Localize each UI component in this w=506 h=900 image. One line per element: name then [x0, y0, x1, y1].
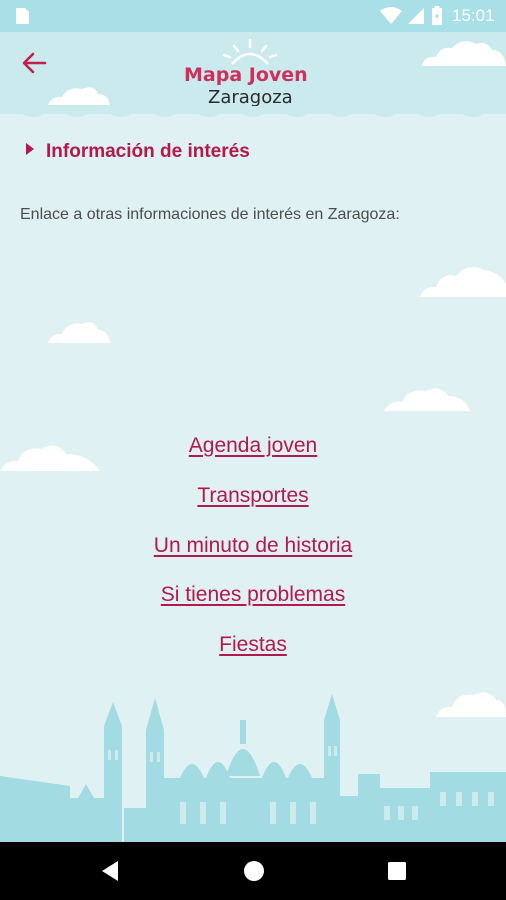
triangle-bullet-icon: [26, 143, 34, 155]
logo-title: Mapa Joven: [184, 64, 308, 86]
nav-recents-icon[interactable]: [386, 860, 408, 882]
link-list: Agenda joven Transportes Un minuto de hi…: [0, 432, 506, 681]
logo-subtitle: Zaragoza: [208, 87, 293, 108]
system-navigation-bar: [0, 842, 506, 900]
cloud-decoration: [48, 322, 110, 343]
cellular-icon: [408, 8, 424, 24]
nav-home-icon[interactable]: [242, 859, 266, 883]
cloud-decoration: [384, 388, 470, 411]
battery-icon: [432, 6, 442, 25]
clock: 15:01: [452, 6, 495, 25]
cloud-decoration: [48, 87, 110, 105]
zaragoza-skyline-illustration: [0, 694, 506, 842]
status-bar: 15:01: [0, 0, 506, 32]
sim-card-icon: [16, 8, 29, 24]
nav-back-icon[interactable]: [98, 859, 122, 883]
link-un-minuto-de-historia[interactable]: Un minuto de historia: [0, 532, 506, 582]
section-title: Información de interés: [26, 141, 250, 163]
sun-icon: [222, 38, 278, 65]
cloud-decoration: [422, 41, 506, 66]
link-agenda-joven[interactable]: Agenda joven: [0, 432, 506, 482]
cloud-decoration: [420, 267, 506, 297]
app-logo: Mapa Joven Zaragoza: [160, 38, 350, 112]
intro-text: Enlace a otras informaciones de interés …: [20, 206, 400, 223]
link-fiestas[interactable]: Fiestas: [0, 631, 506, 681]
wifi-icon: [380, 7, 402, 24]
link-si-tienes-problemas[interactable]: Si tienes problemas: [0, 581, 506, 631]
section-title-text: Información de interés: [46, 141, 250, 162]
back-arrow-icon[interactable]: [20, 50, 48, 76]
scalloped-divider: [0, 106, 506, 117]
link-transportes[interactable]: Transportes: [0, 482, 506, 532]
